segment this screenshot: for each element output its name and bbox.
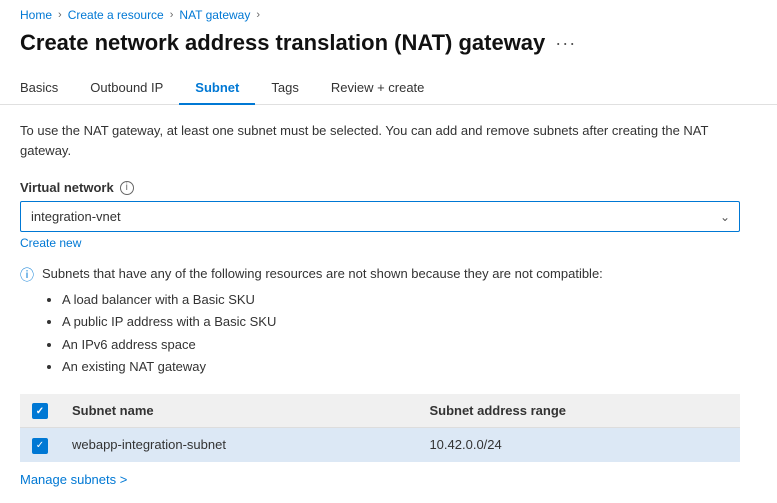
subnet-checkbox[interactable]: ✓ xyxy=(32,438,48,454)
tabs-nav: Basics Outbound IP Subnet Tags Review + … xyxy=(0,72,777,105)
tab-outbound-ip[interactable]: Outbound IP xyxy=(74,72,179,105)
table-header-row: ✓ Subnet name Subnet address range xyxy=(20,394,740,428)
tab-review-create[interactable]: Review + create xyxy=(315,72,441,105)
breadcrumb-create-resource[interactable]: Create a resource xyxy=(68,8,164,22)
notice-list-item-4: An existing NAT gateway xyxy=(62,357,603,377)
breadcrumb-sep-2: › xyxy=(170,9,174,21)
notice-main-text: Subnets that have any of the following r… xyxy=(42,266,603,281)
breadcrumb-nat-gateway[interactable]: NAT gateway xyxy=(179,8,250,22)
subnet-name-cell: webapp-integration-subnet xyxy=(60,428,417,462)
select-all-checkbox[interactable]: ✓ xyxy=(32,403,48,419)
breadcrumb-home[interactable]: Home xyxy=(20,8,52,22)
subnet-table: ✓ Subnet name Subnet address range ✓ web… xyxy=(20,394,740,462)
subnet-range-cell: 10.42.0.0/24 xyxy=(417,428,740,462)
notice-list: A load balancer with a Basic SKU A publi… xyxy=(42,290,603,377)
breadcrumb-sep-3: › xyxy=(256,9,260,21)
table-header-subnet-range: Subnet address range xyxy=(417,394,740,428)
more-options-icon[interactable]: ··· xyxy=(555,33,576,54)
virtual-network-label-text: Virtual network xyxy=(20,180,114,195)
notice-list-item-2: A public IP address with a Basic SKU xyxy=(62,312,603,332)
breadcrumb: Home › Create a resource › NAT gateway › xyxy=(0,0,777,26)
table-row: ✓ webapp-integration-subnet 10.42.0.0/24 xyxy=(20,428,740,462)
virtual-network-info-icon[interactable]: i xyxy=(120,181,134,195)
create-new-link[interactable]: Create new xyxy=(20,236,81,250)
page-title-row: Create network address translation (NAT)… xyxy=(0,26,777,72)
subnet-info-text: To use the NAT gateway, at least one sub… xyxy=(20,121,757,160)
row-checkbox-cell: ✓ xyxy=(20,428,60,462)
manage-subnets-link[interactable]: Manage subnets > xyxy=(20,472,127,487)
virtual-network-dropdown-wrapper: integration-vnet ⌄ xyxy=(20,201,740,232)
notice-list-item-3: An IPv6 address space xyxy=(62,335,603,355)
notice-info-icon: ⓘ xyxy=(20,265,34,285)
virtual-network-dropdown[interactable]: integration-vnet xyxy=(20,201,740,232)
notice-list-item-1: A load balancer with a Basic SKU xyxy=(62,290,603,310)
virtual-network-label: Virtual network i xyxy=(20,180,757,195)
table-header-subnet-name: Subnet name xyxy=(60,394,417,428)
tab-basics[interactable]: Basics xyxy=(20,72,74,105)
notice-box: ⓘ Subnets that have any of the following… xyxy=(20,264,740,380)
tab-subnet[interactable]: Subnet xyxy=(179,72,255,105)
main-content: To use the NAT gateway, at least one sub… xyxy=(0,105,777,503)
page-title: Create network address translation (NAT)… xyxy=(20,30,545,56)
tab-tags[interactable]: Tags xyxy=(255,72,314,105)
notice-text-content: Subnets that have any of the following r… xyxy=(42,264,603,380)
table-header-checkbox: ✓ xyxy=(20,394,60,428)
breadcrumb-sep-1: › xyxy=(58,9,62,21)
